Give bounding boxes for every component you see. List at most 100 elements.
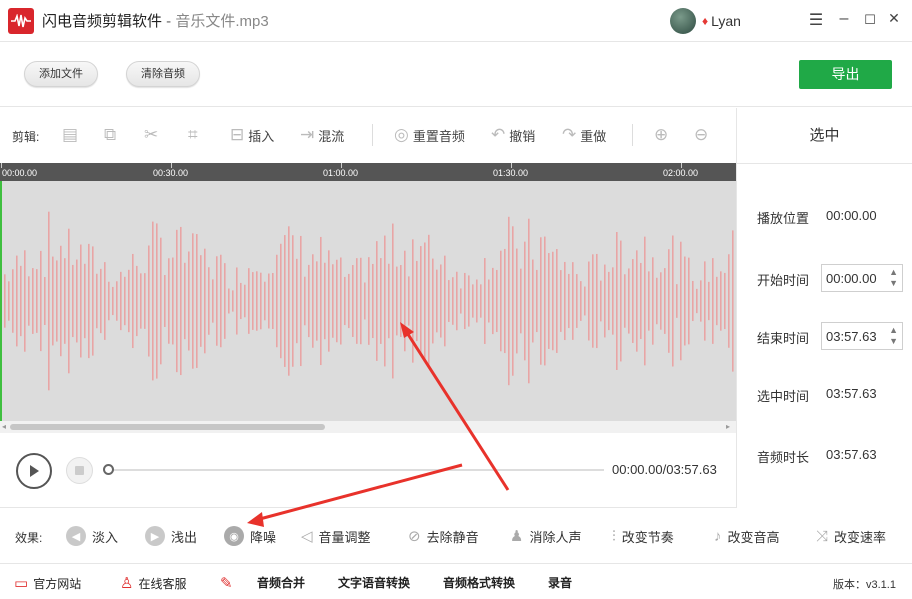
paste-icon[interactable]: ⧉ <box>104 124 116 146</box>
copy-icon[interactable]: ▤ <box>62 124 78 146</box>
waveform-bar <box>120 271 122 331</box>
zoom-out-icon[interactable]: ⊖ <box>694 124 708 146</box>
waveform-bar <box>408 276 410 326</box>
user-account[interactable]: ♦ Lyan <box>670 8 741 34</box>
timeline-label: 01:30.00 <box>493 168 529 178</box>
username[interactable]: Lyan <box>711 13 741 29</box>
minimize-button[interactable]: – <box>834 10 854 28</box>
start-time-value[interactable]: 00:00.00 <box>826 271 877 286</box>
website-link[interactable]: ▭ 官方网站 <box>14 574 81 592</box>
waveform[interactable] <box>0 181 736 421</box>
decrement-icon[interactable]: ▼ <box>889 336 898 347</box>
waveform-bar <box>728 254 730 348</box>
stop-button[interactable] <box>66 457 93 484</box>
close-button[interactable]: ✕ <box>884 10 904 27</box>
clear-audio-button[interactable]: 清除音频 <box>126 61 200 87</box>
increment-icon[interactable]: ▲ <box>889 325 898 336</box>
tts-link[interactable]: 文字语音转换 <box>338 574 410 591</box>
undo-button[interactable]: ↶ 撤销 <box>491 124 535 146</box>
reset-audio-button[interactable]: ◎ 重置音频 <box>394 124 465 146</box>
vip-diamond-icon: ♦ <box>702 14 709 28</box>
equalizer-icon: ⫶ <box>612 527 616 545</box>
add-file-button[interactable]: 添加文件 <box>24 61 98 87</box>
tools-icon[interactable]: ✎ <box>220 574 238 592</box>
timeline-ruler[interactable]: 00:00.00 00:30.00 01:00.00 01:30.00 02:0… <box>0 163 736 181</box>
change-pitch-button[interactable]: ♪ 改变音高 <box>714 527 780 545</box>
waveform-bar <box>576 274 578 328</box>
waveform-bar <box>292 235 294 367</box>
avatar[interactable] <box>670 8 696 34</box>
waveform-bar <box>256 271 258 331</box>
fade-out-button[interactable]: ▶ 浅出 <box>145 526 197 546</box>
record-link[interactable]: 录音 <box>548 574 572 591</box>
waveform-bar <box>552 251 554 351</box>
format-convert-link[interactable]: 音频格式转换 <box>443 574 515 591</box>
waveform-bar <box>424 242 426 360</box>
progress-knob[interactable] <box>103 464 114 475</box>
waveform-bar <box>392 223 394 379</box>
insert-button[interactable]: ⊟ 插入 <box>230 124 274 146</box>
waveform-area[interactable] <box>0 181 736 421</box>
play-button[interactable] <box>16 453 52 489</box>
menu-icon[interactable]: ☰ <box>806 10 826 30</box>
waveform-bar <box>488 279 490 323</box>
volume-button[interactable]: ◁ 音量调整 <box>301 527 371 545</box>
shuffle-icon: ⤨ <box>816 527 829 545</box>
waveform-bar <box>428 234 430 368</box>
waveform-bar <box>264 281 266 321</box>
play-icon <box>30 465 39 477</box>
scroll-right-icon[interactable]: ▸ <box>726 421 730 433</box>
change-tempo-button[interactable]: ⫶ 改变节奏 <box>612 527 674 545</box>
waveform-bar <box>112 286 114 316</box>
decrement-icon[interactable]: ▼ <box>889 278 898 289</box>
waveform-bar <box>508 216 510 386</box>
waveform-bar <box>708 281 710 321</box>
maximize-button[interactable]: ☐ <box>860 12 880 28</box>
start-time-stepper[interactable]: 00:00.00 ▲ ▼ <box>821 264 903 292</box>
mix-button[interactable]: ⇥ 混流 <box>300 124 344 146</box>
timeline-label: 00:00.00 <box>2 168 38 178</box>
increment-icon[interactable]: ▲ <box>889 267 898 278</box>
waveform-bar <box>216 256 218 346</box>
speaker-icon: ◁ <box>301 528 313 545</box>
zoom-in-icon[interactable]: ⊕ <box>654 124 668 146</box>
waveform-bar <box>360 257 362 345</box>
waveform-bar <box>268 273 270 329</box>
waveform-bar <box>640 262 642 340</box>
waveform-bar <box>220 254 222 348</box>
cut-icon[interactable]: ✂ <box>144 124 158 146</box>
audio-merge-link[interactable]: 音频合并 <box>257 574 305 591</box>
playback-progress-bar[interactable] <box>103 464 604 475</box>
end-time-value[interactable]: 03:57.63 <box>826 329 877 344</box>
fade-in-icon: ◀ <box>66 526 86 546</box>
playhead-cursor[interactable] <box>0 181 2 421</box>
play-position-label: 播放位置 <box>757 211 810 226</box>
redo-button[interactable]: ↷ 重做 <box>562 124 606 146</box>
crop-icon[interactable]: ⌗ <box>188 124 198 146</box>
fade-in-button[interactable]: ◀ 淡入 <box>66 526 118 546</box>
waveform-bar <box>272 272 274 330</box>
end-time-stepper[interactable]: 03:57.63 ▲ ▼ <box>821 322 903 350</box>
playback-controls: 00:00.00/03:57.63 <box>0 433 736 508</box>
scrollbar-thumb[interactable] <box>10 424 325 430</box>
window-title: 闪电音频剪辑软件 - 音乐文件.mp3 <box>42 10 269 31</box>
waveform-bar <box>564 261 566 341</box>
export-button[interactable]: 导出 <box>799 60 892 89</box>
waveform-bar <box>512 226 514 376</box>
waveform-bar <box>492 267 494 335</box>
app-name: 闪电音频剪辑软件 <box>42 13 163 30</box>
user-icon: ♙ <box>120 575 134 592</box>
remove-silence-button[interactable]: ⊘ 去除静音 <box>408 527 479 545</box>
waveform-bar <box>412 239 414 363</box>
horizontal-scrollbar[interactable]: ◂ ▸ <box>0 421 736 433</box>
remove-vocals-button[interactable]: ♟ 消除人声 <box>510 527 581 545</box>
waveform-bar <box>436 269 438 333</box>
change-speed-button[interactable]: ⤨ 改变速率 <box>816 527 886 545</box>
waveform-bar <box>104 262 106 340</box>
waveform-bar <box>724 272 726 330</box>
denoise-button[interactable]: ◉ 降噪 <box>224 526 276 546</box>
support-link[interactable]: ♙ 在线客服 <box>120 574 186 592</box>
waveform-bar <box>180 226 182 376</box>
scroll-left-icon[interactable]: ◂ <box>2 421 6 433</box>
waveform-bar <box>148 245 150 357</box>
